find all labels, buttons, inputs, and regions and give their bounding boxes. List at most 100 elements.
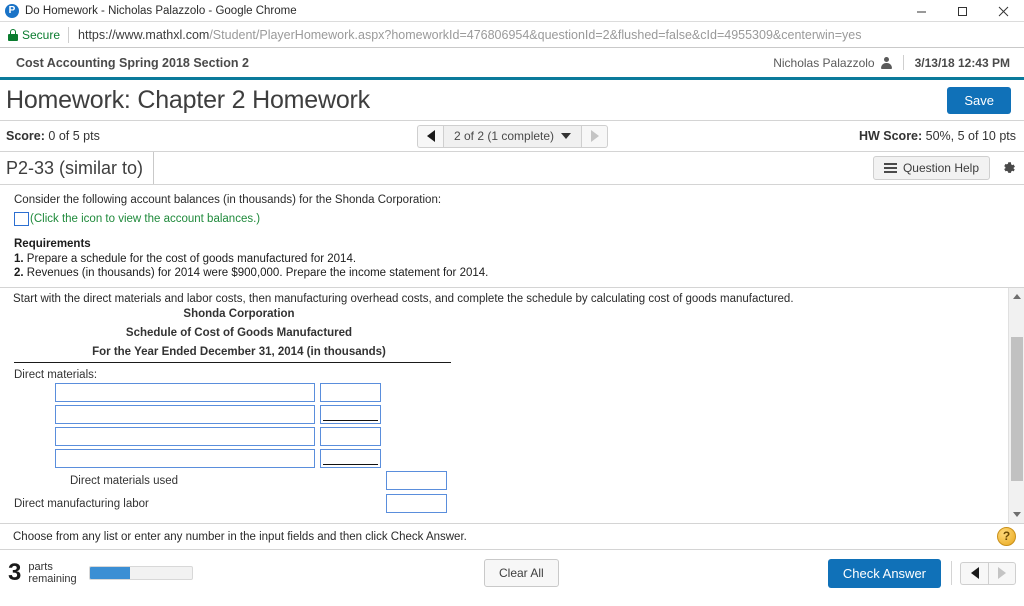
scroll-up-button[interactable] [1009, 288, 1024, 305]
hint-text: Choose from any list or enter any number… [13, 530, 467, 543]
hw-score: HW Score: 50%, 5 of 10 pts [859, 129, 1016, 143]
divider [951, 561, 952, 585]
url-divider [68, 26, 70, 43]
homework-title-row: Homework: Chapter 2 Homework Save [0, 80, 1024, 121]
direct-manufacturing-labor-input[interactable] [386, 494, 447, 513]
line-item-amount-input-1[interactable] [320, 383, 381, 402]
line-item-amount-input-4[interactable] [320, 449, 381, 468]
close-icon[interactable] [983, 0, 1024, 22]
chevron-down-icon [561, 133, 572, 139]
clear-all-button[interactable]: Clear All [484, 559, 559, 587]
question-help-button[interactable]: Question Help [872, 156, 990, 180]
chevron-left-icon [970, 567, 979, 579]
direct-materials-used-label: Direct materials used [70, 474, 179, 487]
chevron-right-icon [998, 567, 1006, 579]
requirement-2-number: 2. [14, 267, 24, 279]
previous-question-button[interactable] [417, 124, 443, 148]
line-item-text-input-4[interactable] [55, 449, 315, 468]
score-value: 0 of 5 pts [48, 129, 100, 143]
line-item-amount-input-3[interactable] [320, 427, 381, 446]
parts-remaining-count: 3 [8, 559, 22, 586]
parts-remaining-line2: remaining [28, 573, 77, 585]
problem-row: P2-33 (similar to) Question Help [0, 152, 1024, 185]
account-balances-link-row: (Click the icon to view the account bala… [14, 211, 1014, 227]
scrollbar-thumb[interactable] [1011, 337, 1023, 481]
chevron-left-icon [426, 130, 435, 142]
hw-score-value: 50%, 5 of 10 pts [925, 129, 1016, 143]
question-navigator: 2 of 2 (1 complete) [417, 124, 609, 148]
user-name[interactable]: Nicholas Palazzolo [773, 56, 874, 70]
answer-work-area: Start with the direct materials and labo… [0, 287, 1024, 524]
footer-next-button[interactable] [988, 561, 1016, 585]
score-row: Score: 0 of 5 pts 2 of 2 (1 complete) HW… [0, 121, 1024, 152]
site-favicon-icon: P [5, 3, 19, 18]
help-icon[interactable]: ? [997, 527, 1016, 546]
progress-bar [88, 566, 193, 580]
requirement-2: 2. Revenues (in thousands) for 2014 were… [14, 266, 1014, 280]
question-select[interactable]: 2 of 2 (1 complete) [443, 124, 583, 148]
direct-manufacturing-labor-label: Direct manufacturing labor [14, 497, 149, 510]
vertical-scrollbar[interactable] [1008, 288, 1024, 523]
question-select-label: 2 of 2 (1 complete) [454, 129, 555, 143]
next-question-button[interactable] [582, 124, 609, 148]
parts-remaining-line1: parts [28, 561, 53, 573]
lock-icon [8, 28, 18, 41]
caret-down-icon [1012, 512, 1021, 517]
course-bar-right: Nicholas Palazzolo 3/13/18 12:43 PM [773, 55, 1010, 70]
check-answer-button[interactable]: Check Answer [827, 558, 941, 588]
divider [902, 55, 904, 70]
page-title: Homework: Chapter 2 Homework [6, 85, 370, 114]
url-text[interactable]: https://www.mathxl.com/Student/PlayerHom… [78, 28, 861, 42]
schedule-heading: Shonda Corporation Schedule of Cost of G… [14, 305, 464, 362]
line-item-text-input-2[interactable] [55, 405, 315, 424]
answer-row [0, 426, 1008, 447]
parts-remaining-label: parts remaining [28, 561, 76, 585]
settings-button[interactable] [1000, 160, 1017, 177]
caret-up-icon [1012, 294, 1021, 299]
gear-icon [1004, 161, 1015, 173]
browser-titlebar: P Do Homework - Nicholas Palazzolo - Goo… [0, 0, 1024, 22]
scroll-down-button[interactable] [1009, 506, 1024, 523]
subtotal-row: Direct materials used [0, 469, 1008, 492]
question-intro: Consider the following account balances … [0, 185, 1024, 280]
table-icon[interactable] [14, 212, 29, 226]
question-intro-text: Consider the following account balances … [14, 194, 442, 206]
url-path: /Student/PlayerHomework.aspx?homeworkId=… [209, 27, 862, 42]
course-title: Cost Accounting Spring 2018 Section 2 [16, 55, 249, 70]
footer-right-controls: Check Answer [827, 558, 1016, 588]
direct-materials-label: Direct materials: [14, 369, 98, 381]
person-icon[interactable] [880, 56, 892, 69]
answer-row [0, 448, 1008, 469]
requirement-1: 1. Prepare a schedule for the cost of go… [14, 252, 1014, 266]
footer-previous-button[interactable] [960, 561, 988, 585]
answer-row [0, 382, 1008, 403]
timestamp: 3/13/18 12:43 PM [914, 55, 1010, 70]
minimize-icon[interactable] [901, 0, 942, 22]
course-bar: Cost Accounting Spring 2018 Section 2 Ni… [0, 48, 1024, 80]
requirement-2-text: Revenues (in thousands) for 2014 were $9… [26, 267, 489, 279]
schedule-heading-period: For the Year Ended December 31, 2014 (in… [92, 346, 386, 358]
browser-url-bar[interactable]: Secure https://www.mathxl.com/Student/Pl… [0, 22, 1024, 48]
save-button[interactable]: Save [947, 86, 1011, 114]
line-item-amount-input-2[interactable] [320, 405, 381, 424]
requirement-1-text: Prepare a schedule for the cost of goods… [26, 253, 357, 265]
schedule-panel: Start with the direct materials and labo… [0, 288, 1008, 523]
requirements-heading: Requirements [14, 238, 91, 250]
line-item-text-input-1[interactable] [55, 383, 315, 402]
score-label: Score: [6, 129, 45, 143]
answer-row [0, 404, 1008, 425]
footer-navigator [960, 561, 1016, 585]
schedule-heading-company: Shonda Corporation [183, 308, 295, 320]
line-item-text-input-3[interactable] [55, 427, 315, 446]
question-help-label: Question Help [902, 161, 979, 175]
window-controls [901, 0, 1024, 22]
problem-id: P2-33 (similar to) [0, 152, 155, 184]
hw-score-label: HW Score: [858, 129, 923, 143]
maximize-icon[interactable] [942, 0, 983, 22]
subtotal-row: Direct manufacturing labor [0, 492, 1008, 515]
account-balances-link[interactable]: (Click the icon to view the account bala… [30, 211, 260, 227]
url-domain: https://www.mathxl.com [78, 27, 210, 42]
chevron-right-icon [590, 130, 599, 142]
requirement-1-number: 1. [14, 253, 24, 265]
direct-materials-used-input[interactable] [386, 471, 447, 490]
